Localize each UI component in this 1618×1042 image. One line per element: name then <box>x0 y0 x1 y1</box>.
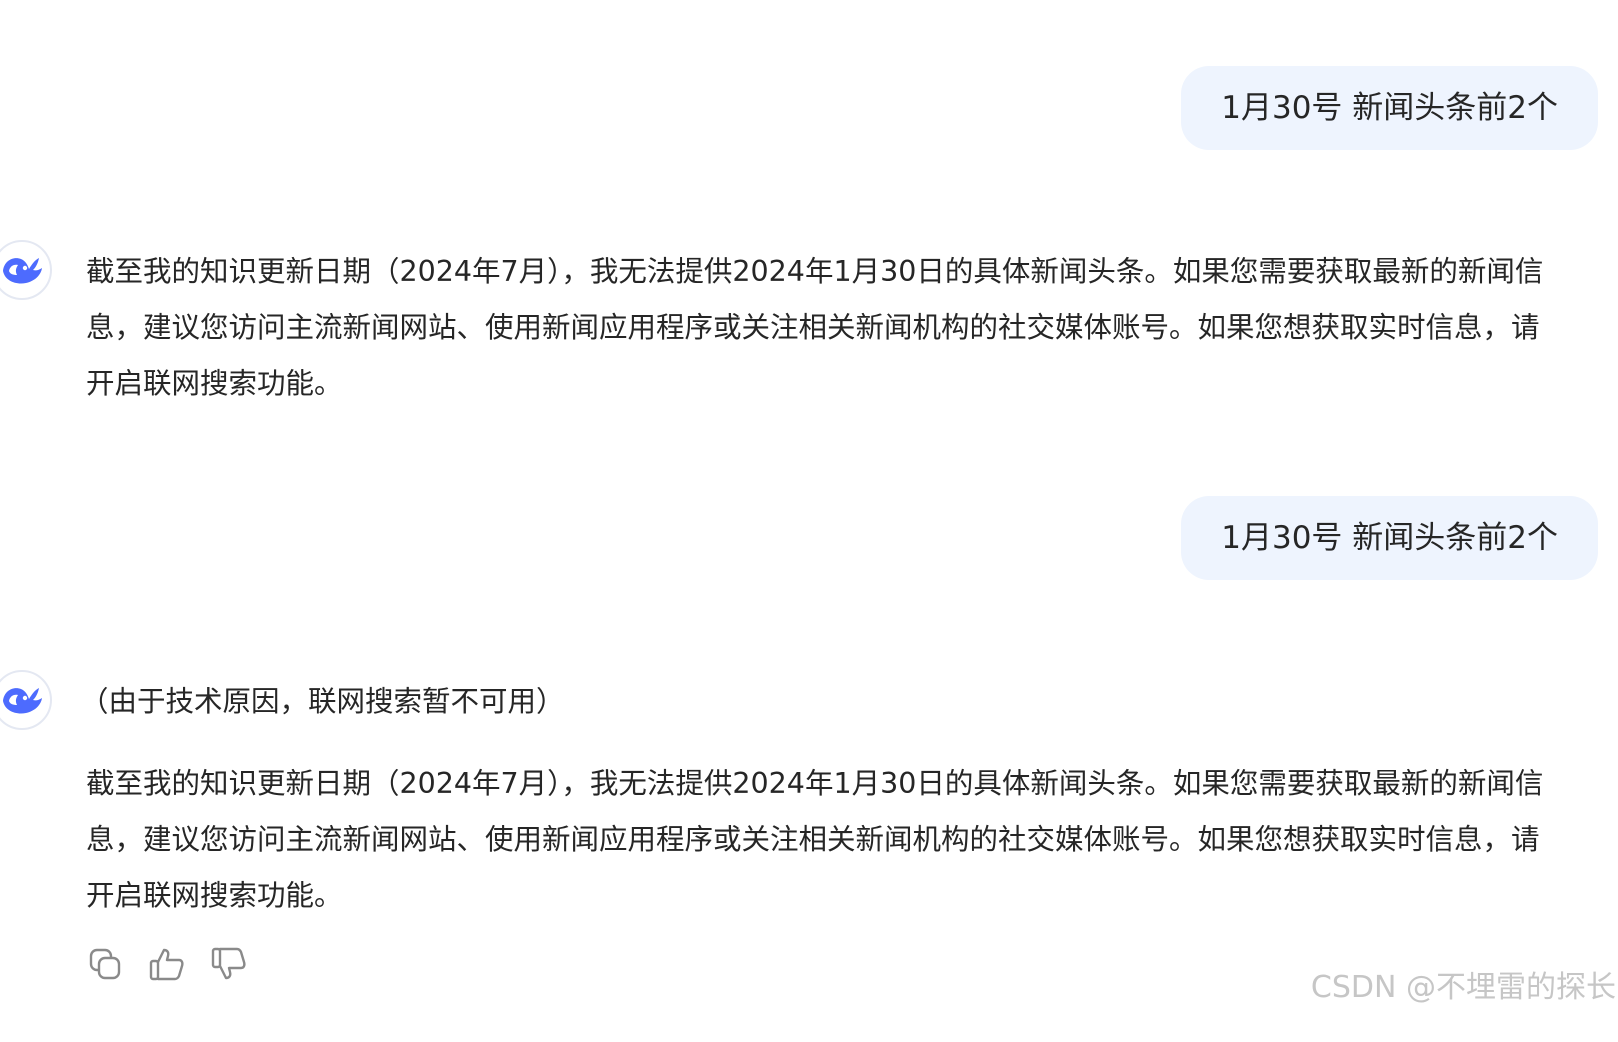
user-message-bubble: 1月30号 新闻头条前2个 <box>1181 496 1598 580</box>
assistant-avatar <box>0 240 52 300</box>
whale-logo-icon <box>3 258 42 284</box>
search-status-note: （由于技术原因，联网搜索暂不可用） <box>80 685 565 718</box>
assistant-avatar <box>0 670 52 730</box>
assistant-message-text: 截至我的知识更新日期（2024年7月），我无法提供2024年1月30日的具体新闻… <box>86 255 1544 400</box>
thumbs-up-icon <box>149 948 184 981</box>
assistant-message-text: 截至我的知识更新日期（2024年7月），我无法提供2024年1月30日的具体新闻… <box>86 767 1544 912</box>
like-button[interactable] <box>148 944 186 984</box>
copy-icon <box>89 948 121 980</box>
thumbs-down-icon <box>211 947 246 980</box>
watermark: CSDN @不埋雷的探长 <box>1310 970 1616 1005</box>
message-actions <box>86 944 248 984</box>
user-message-bubble: 1月30号 新闻头条前2个 <box>1181 66 1598 150</box>
whale-logo-icon <box>3 688 42 714</box>
dislike-button[interactable] <box>210 944 248 984</box>
copy-button[interactable] <box>86 944 124 984</box>
